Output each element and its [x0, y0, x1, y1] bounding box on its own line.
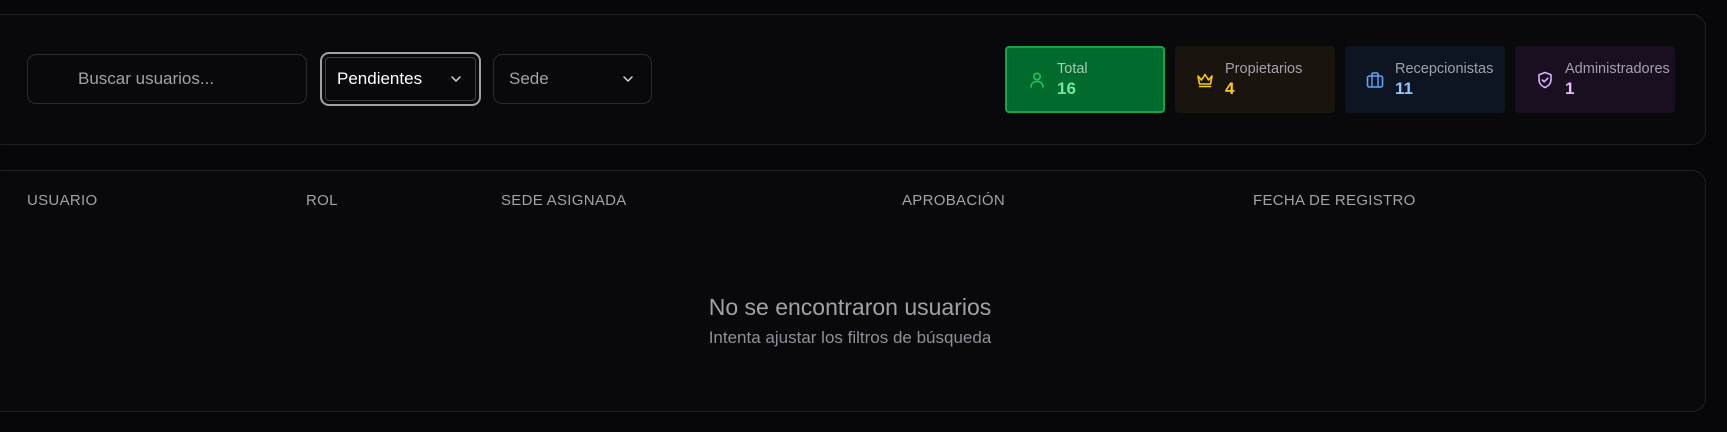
- stat-value: 1: [1565, 78, 1575, 98]
- user-icon: [1030, 71, 1044, 88]
- stat-label: Total: [1057, 60, 1088, 77]
- chevron-down-icon: [451, 76, 461, 82]
- stat-card-owners[interactable]: Propietarios 4: [1175, 46, 1335, 113]
- column-header-role[interactable]: ROL: [306, 192, 338, 209]
- column-header-approval[interactable]: APROBACIÓN: [902, 192, 1005, 209]
- search-input[interactable]: [28, 55, 306, 103]
- empty-state-title: No se encontraron usuarios: [708, 294, 992, 320]
- stat-card-receptionists[interactable]: Recepcionistas 11: [1345, 46, 1505, 113]
- briefcase-icon: [1366, 71, 1384, 88]
- shield-icon: [1538, 71, 1552, 88]
- column-header-branch[interactable]: SEDE ASIGNADA: [501, 192, 627, 209]
- stat-label: Recepcionistas: [1395, 60, 1494, 77]
- crown-icon: [1197, 73, 1213, 87]
- branch-filter-select[interactable]: Sede: [493, 54, 652, 104]
- stat-label: Administradores: [1565, 60, 1670, 77]
- users-table: [0, 170, 1706, 412]
- chevron-down-icon: [623, 76, 633, 82]
- stat-value: 4: [1225, 78, 1235, 98]
- stat-value: 16: [1057, 78, 1076, 98]
- stat-card-total[interactable]: Total 16: [1005, 46, 1165, 113]
- status-filter-select[interactable]: Pendientes: [320, 52, 481, 106]
- stat-value: 11: [1395, 78, 1413, 98]
- stat-card-admins[interactable]: Administradores 1: [1515, 46, 1675, 113]
- column-header-registration-date[interactable]: FECHA DE REGISTRO: [1253, 192, 1416, 209]
- stat-label: Propietarios: [1225, 60, 1303, 77]
- empty-state-subtitle: Intenta ajustar los filtros de búsqueda: [708, 328, 992, 347]
- branch-filter-value: Sede: [509, 69, 549, 88]
- column-header-user[interactable]: USUARIO: [27, 192, 97, 209]
- status-filter-value: Pendientes: [337, 69, 423, 88]
- search-field[interactable]: [27, 54, 307, 104]
